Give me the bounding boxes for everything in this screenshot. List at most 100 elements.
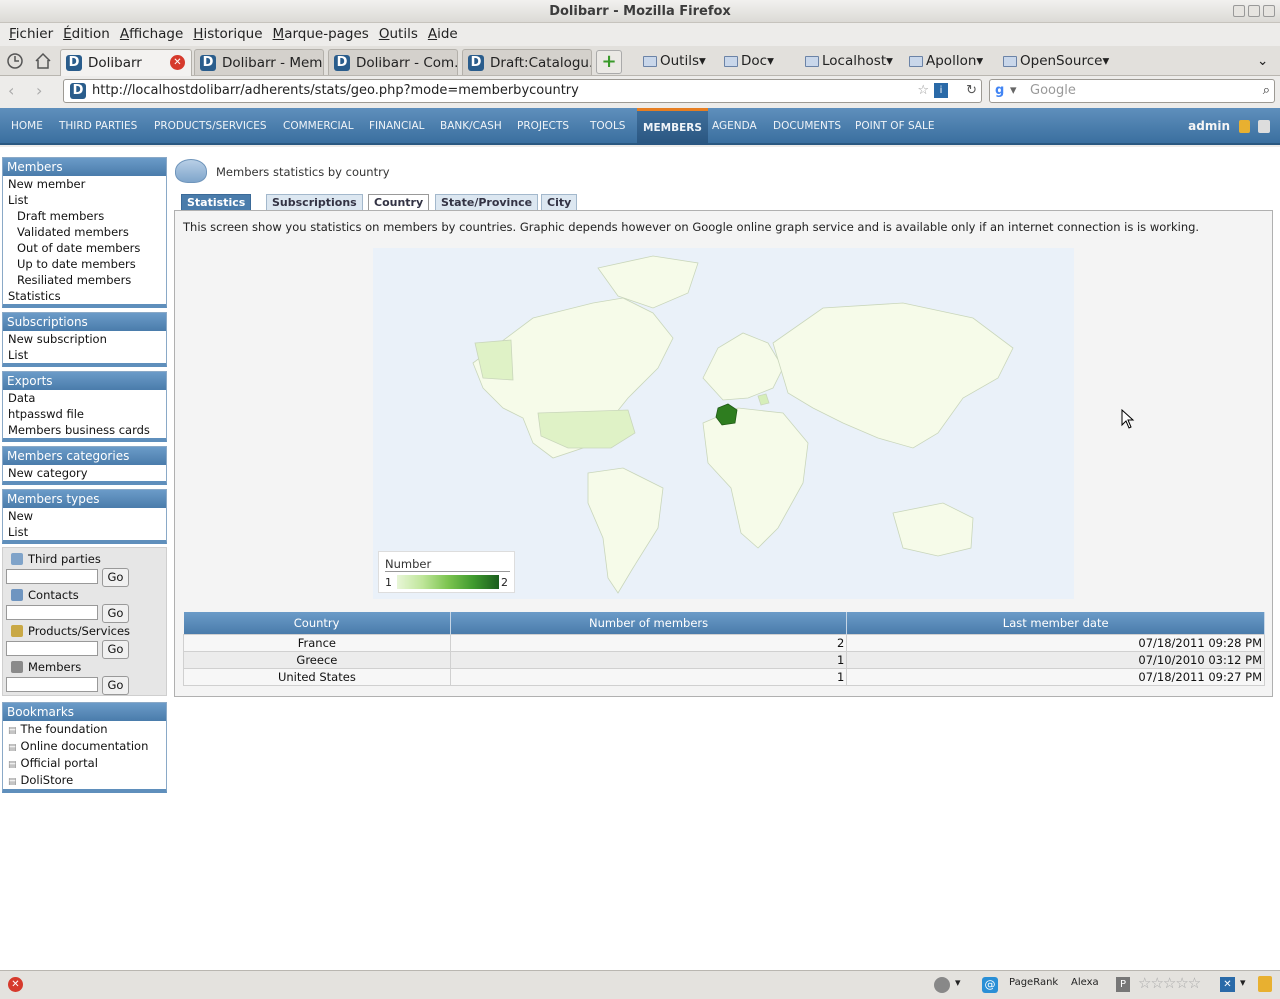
bookmark-folder-doc[interactable]: Doc ▾ — [724, 53, 774, 69]
new-tab-button[interactable]: + — [596, 50, 622, 74]
nav-commercial[interactable]: COMMERCIAL — [283, 108, 354, 145]
contacts-search-input[interactable] — [6, 605, 98, 620]
info-icon[interactable]: i — [934, 83, 948, 98]
leftmenu-new-subscription[interactable]: New subscription — [3, 331, 166, 347]
stop-icon[interactable]: ✕ — [8, 977, 23, 992]
menu-aide[interactable]: Aide — [423, 26, 463, 42]
tab-subscriptions[interactable]: Subscriptions — [266, 194, 363, 210]
chevron-down-icon[interactable]: ▾ — [1010, 80, 1017, 102]
chevron-down-icon[interactable]: ▾ — [955, 976, 961, 989]
back-icon[interactable]: ‹ — [8, 81, 14, 100]
bookmark-official-portal[interactable]: ▤ Official portal — [3, 755, 166, 772]
maximize-button[interactable] — [1248, 5, 1260, 17]
leftmenu-validated-members[interactable]: Validated members — [3, 224, 166, 240]
leftmenu-new-type[interactable]: New — [3, 508, 166, 524]
products-go-button[interactable]: Go — [102, 640, 129, 659]
leftmenu-title[interactable]: Exports — [3, 372, 166, 390]
tab-dolibarr-members[interactable]: D Dolibarr - Mem... — [194, 49, 324, 75]
col-number-of-members[interactable]: Number of members — [450, 612, 848, 634]
nav-projects[interactable]: PROJECTS — [517, 108, 569, 145]
leftmenu-out-of-date-members[interactable]: Out of date members — [3, 240, 166, 256]
leftmenu-draft-members[interactable]: Draft members — [3, 208, 166, 224]
leftmenu-resiliated-members[interactable]: Resiliated members — [3, 272, 166, 288]
x-icon[interactable]: ✕ — [1220, 977, 1235, 992]
bookmark-online-documentation[interactable]: ▤ Online documentation — [3, 738, 166, 755]
leftmenu-title[interactable]: Bookmarks — [3, 703, 166, 721]
leftmenu-subscription-list[interactable]: List — [3, 347, 166, 363]
menu-fichier[interactable]: Fichier — [4, 26, 58, 42]
leftmenu-up-to-date-members[interactable]: Up to date members — [3, 256, 166, 272]
bookmark-dolistore[interactable]: ▤ DoliStore — [3, 772, 166, 789]
reload-icon[interactable]: ↻ — [966, 80, 977, 102]
menu-marque-pages[interactable]: Marque-pages — [268, 26, 374, 42]
tab-draft-catalogue[interactable]: D Draft:Catalogu... — [462, 49, 592, 75]
binoculars-icon[interactable]: ⌕ — [1263, 80, 1270, 102]
user-name[interactable]: admin — [1188, 108, 1230, 145]
tab-city[interactable]: City — [541, 194, 578, 210]
contacts-go-button[interactable]: Go — [102, 604, 129, 623]
nav-members[interactable]: MEMBERS — [637, 108, 708, 145]
tab-country[interactable]: Country — [368, 194, 430, 211]
leftmenu-type-list[interactable]: List — [3, 524, 166, 540]
tab-state-province[interactable]: State/Province — [435, 194, 539, 210]
menu-outils[interactable]: Outils — [374, 26, 423, 42]
leftmenu-title[interactable]: Members — [3, 158, 166, 176]
nav-tools[interactable]: TOOLS — [590, 108, 625, 145]
leftmenu-title[interactable]: Subscriptions — [3, 313, 166, 331]
menu-historique[interactable]: Historique — [188, 26, 267, 42]
nav-third-parties[interactable]: THIRD PARTIES — [59, 108, 137, 145]
leftmenu-title[interactable]: Members types — [3, 490, 166, 508]
globe-icon[interactable] — [934, 977, 950, 993]
forward-icon[interactable]: › — [36, 81, 42, 100]
tab-statistics[interactable]: Statistics — [181, 194, 252, 210]
menu-affichage[interactable]: Affichage — [115, 26, 188, 42]
nav-documents[interactable]: DOCUMENTS — [773, 108, 841, 145]
nav-financial[interactable]: FINANCIAL — [369, 108, 425, 145]
tab-dolibarr-commercial[interactable]: D Dolibarr - Com... — [328, 49, 458, 75]
pencil-icon[interactable] — [1258, 976, 1272, 992]
tab-dolibarr[interactable]: D Dolibarr ✕ — [60, 49, 192, 76]
bookmark-folder-outils[interactable]: Outils ▾ — [643, 53, 706, 69]
third-parties-go-button[interactable]: Go — [102, 568, 129, 587]
p-icon[interactable]: P — [1116, 977, 1130, 992]
nav-bank-cash[interactable]: BANK/CASH — [440, 108, 502, 145]
bookmark-folder-apollon[interactable]: Apollon ▾ — [909, 53, 983, 69]
tab-list-chevron-icon[interactable]: ⌄ — [1257, 53, 1268, 69]
bookmark-folder-localhost[interactable]: Localhost ▾ — [805, 53, 893, 69]
minimize-button[interactable] — [1233, 5, 1245, 17]
nav-agenda[interactable]: AGENDA — [712, 108, 757, 145]
close-window-button[interactable] — [1263, 5, 1275, 17]
south-america — [587, 467, 664, 594]
at-icon[interactable]: @ — [982, 977, 998, 993]
nav-products-services[interactable]: PRODUCTS/SERVICES — [154, 108, 267, 145]
close-tab-icon[interactable]: ✕ — [170, 55, 185, 70]
home-icon[interactable] — [34, 52, 52, 70]
bookmark-the-foundation[interactable]: ▤ The foundation — [3, 721, 166, 738]
leftmenu-export-data[interactable]: Data — [3, 390, 166, 406]
members-go-button[interactable]: Go — [102, 676, 129, 695]
bookmark-folder-opensource[interactable]: OpenSource ▾ — [1003, 53, 1109, 69]
lock-icon[interactable] — [1239, 120, 1250, 133]
search-input[interactable]: g ▾ Google ⌕ — [989, 79, 1275, 103]
leftmenu-list[interactable]: List — [3, 192, 166, 208]
col-last-member-date[interactable]: Last member date — [846, 612, 1265, 634]
leftmenu-title[interactable]: Members categories — [3, 447, 166, 465]
nav-point-of-sale[interactable]: POINT OF SALE — [855, 108, 934, 145]
col-country[interactable]: Country — [183, 612, 451, 634]
leftmenu-statistics[interactable]: Statistics — [3, 288, 166, 304]
bookmark-star-icon[interactable]: ☆ — [917, 80, 929, 102]
third-parties-search-input[interactable] — [6, 569, 98, 584]
products-search-input[interactable] — [6, 641, 98, 656]
leftmenu-business-cards[interactable]: Members business cards — [3, 422, 166, 438]
menu-edition[interactable]: Édition — [58, 26, 115, 42]
nav-home[interactable]: HOME — [11, 108, 43, 145]
members-search-input[interactable] — [6, 677, 98, 692]
leftmenu-new-member[interactable]: New member — [3, 176, 166, 192]
leftmenu-htpasswd-file[interactable]: htpasswd file — [3, 406, 166, 422]
print-icon[interactable] — [1258, 120, 1270, 133]
url-bar[interactable]: D http://localhostdolibarr/adherents/sta… — [63, 79, 982, 103]
world-map[interactable]: Number 1 2 — [373, 248, 1074, 599]
chevron-down-icon[interactable]: ▾ — [1240, 976, 1246, 989]
leftmenu-new-category[interactable]: New category — [3, 465, 166, 481]
history-icon[interactable] — [6, 52, 24, 70]
